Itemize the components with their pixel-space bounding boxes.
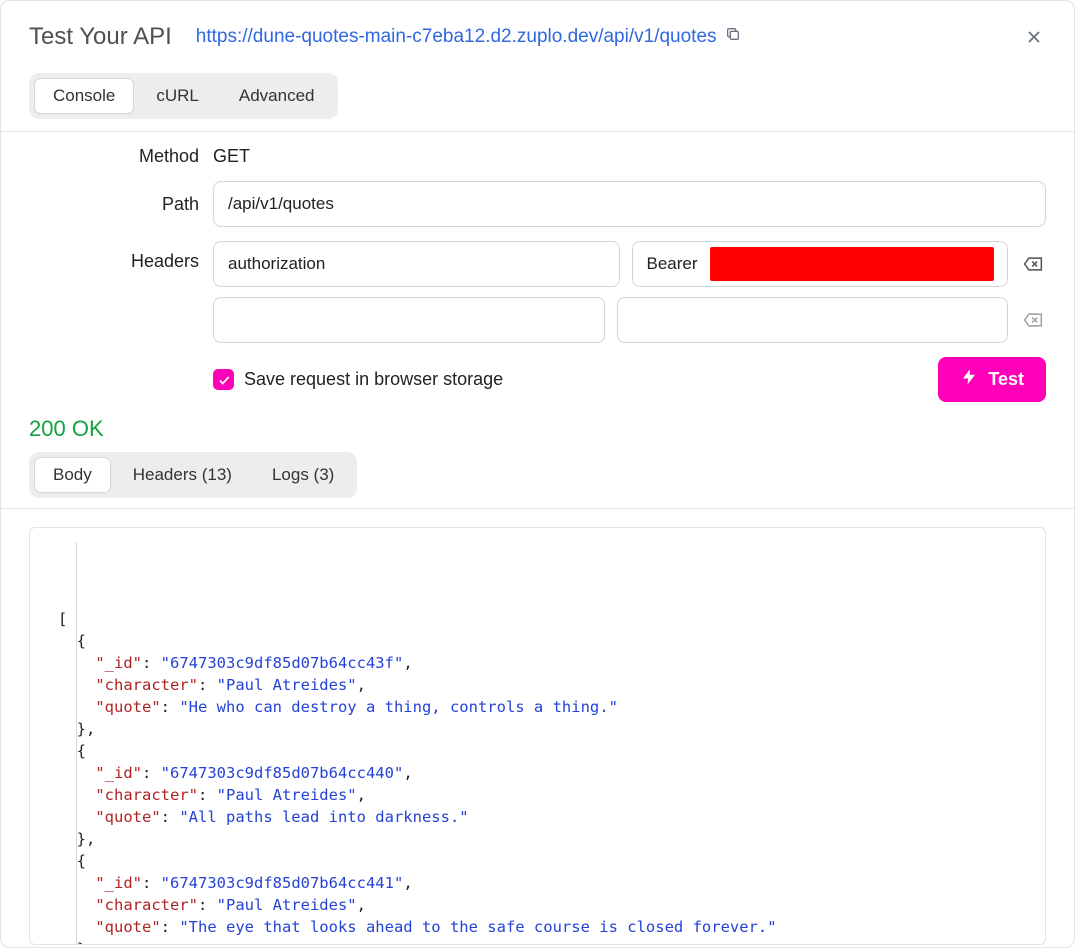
response-tab-group: Body Headers (13) Logs (3) (29, 452, 357, 498)
tab-headers[interactable]: Headers (13) (115, 457, 250, 493)
method-label: Method (29, 146, 199, 167)
test-button[interactable]: Test (938, 357, 1046, 402)
tab-console[interactable]: Console (34, 78, 134, 114)
status-code: 200 (29, 416, 66, 441)
response-json: [ { "_id": "6747303c9df85d07b64cc43f", "… (58, 608, 1017, 945)
path-row: Path (29, 181, 1046, 227)
close-button[interactable] (1020, 23, 1048, 51)
path-input[interactable] (213, 181, 1046, 227)
divider (1, 131, 1074, 132)
request-url-text: https://dune-quotes-main-c7eba12.d2.zupl… (196, 26, 717, 48)
tab-logs[interactable]: Logs (3) (254, 457, 352, 493)
modal-header: Test Your API https://dune-quotes-main-c… (29, 23, 1046, 51)
header-pair (213, 241, 1046, 287)
header-pair (213, 297, 1046, 343)
method-value: GET (213, 146, 250, 167)
copy-icon[interactable] (725, 26, 741, 48)
redacted-token (710, 247, 995, 281)
delete-header-button[interactable] (1020, 251, 1046, 277)
tab-body[interactable]: Body (34, 457, 111, 493)
header-name-input[interactable] (213, 241, 620, 287)
divider (1, 508, 1074, 509)
tab-advanced[interactable]: Advanced (221, 78, 333, 114)
request-url-link[interactable]: https://dune-quotes-main-c7eba12.d2.zupl… (196, 26, 741, 48)
header-name-input[interactable] (213, 297, 605, 343)
response-status: 200 OK (29, 416, 1046, 442)
headers-label: Headers (29, 241, 199, 272)
save-row: Save request in browser storage Test (29, 357, 1046, 402)
code-gutter (76, 542, 77, 944)
save-checkbox-wrap[interactable]: Save request in browser storage (213, 369, 503, 390)
method-row: Method GET (29, 146, 1046, 167)
status-text: OK (72, 416, 104, 441)
save-checkbox[interactable] (213, 369, 234, 390)
response-body[interactable]: [ { "_id": "6747303c9df85d07b64cc43f", "… (29, 527, 1046, 945)
lightning-icon (960, 368, 978, 391)
headers-row: Headers (29, 241, 1046, 343)
tab-curl[interactable]: cURL (138, 78, 217, 114)
path-label: Path (29, 194, 199, 215)
save-checkbox-label: Save request in browser storage (244, 369, 503, 390)
request-tab-group: Console cURL Advanced (29, 73, 338, 119)
headers-grid (213, 241, 1046, 343)
api-test-modal: Test Your API https://dune-quotes-main-c… (0, 0, 1075, 948)
header-value-input[interactable] (617, 297, 1009, 343)
delete-header-button[interactable] (1020, 307, 1046, 333)
test-button-label: Test (988, 369, 1024, 390)
modal-title: Test Your API (29, 23, 172, 51)
